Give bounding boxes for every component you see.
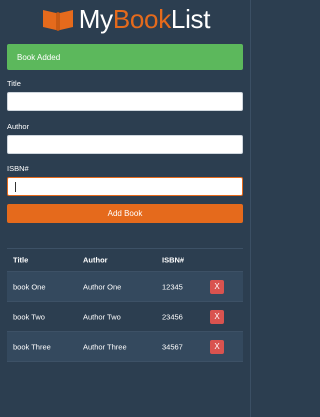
book-author-cell: Author One xyxy=(83,282,122,291)
delete-button[interactable]: X xyxy=(210,339,224,354)
add-book-button[interactable]: Add Book xyxy=(7,204,243,223)
isbn-input[interactable] xyxy=(7,177,243,196)
book-author-cell: Author Two xyxy=(83,312,121,321)
column-header-author: Author xyxy=(83,255,108,265)
table-row: book Three Author Three 34567 X xyxy=(7,332,243,362)
book-isbn-cell: 34567 xyxy=(162,342,183,351)
delete-button[interactable]: X xyxy=(210,279,224,294)
book-isbn-cell: 23456 xyxy=(162,312,183,321)
success-alert: Book Added xyxy=(7,44,243,70)
app-title-part: Book xyxy=(112,4,171,34)
book-table: Title Author ISBN# book One Author One 1… xyxy=(7,248,243,362)
author-input[interactable] xyxy=(7,135,243,154)
title-input[interactable] xyxy=(7,92,243,111)
table-row: book One Author One 12345 X xyxy=(7,272,243,302)
book-title-cell: book Two xyxy=(13,312,45,321)
table-row: book Two Author Two 23456 X xyxy=(7,302,243,332)
column-header-isbn: ISBN# xyxy=(162,255,185,265)
book-isbn-cell: 12345 xyxy=(162,282,183,291)
app-title-part: My xyxy=(78,4,113,34)
column-header-title: Title xyxy=(13,255,29,265)
app-title-part: List xyxy=(170,4,211,34)
book-author-cell: Author Three xyxy=(83,342,127,351)
open-book-icon xyxy=(42,10,73,31)
table-header-row: Title Author ISBN# xyxy=(7,249,243,272)
book-title-cell: book One xyxy=(13,282,46,291)
delete-button[interactable]: X xyxy=(210,309,224,324)
app-header: MyBookList xyxy=(0,0,251,38)
book-title-cell: book Three xyxy=(13,342,51,351)
page-edge-divider xyxy=(250,0,251,417)
text-caret xyxy=(15,182,16,192)
author-label: Author xyxy=(7,122,30,131)
isbn-label: ISBN# xyxy=(7,164,29,173)
app-title: MyBookList xyxy=(78,4,211,34)
title-label: Title xyxy=(7,79,21,88)
